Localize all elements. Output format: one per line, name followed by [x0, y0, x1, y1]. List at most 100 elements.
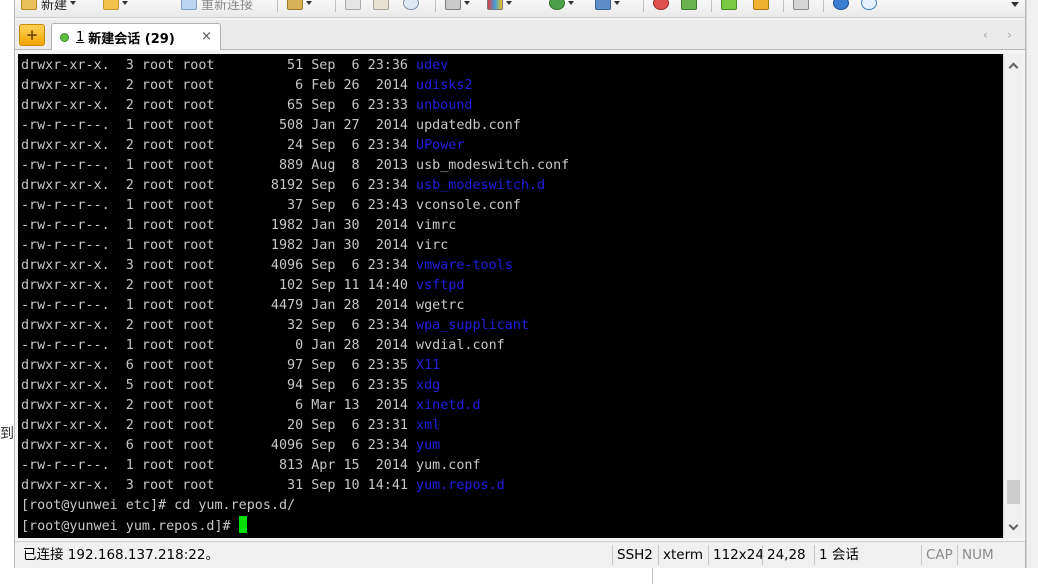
file-name: wvdial.conf	[416, 338, 505, 353]
directory-name: wpa_supplicant	[416, 318, 529, 333]
terminal-row: drwxr-xr-x. 2 root root 32 Sep 6 23:34 w…	[21, 316, 569, 336]
xftp-button[interactable]	[653, 0, 669, 12]
listing-details: drwxr-xr-x. 2 root root 32 Sep 6 23:34	[21, 318, 417, 333]
terminal-row: drwxr-xr-x. 2 root root 24 Sep 6 23:34 U…	[21, 136, 569, 156]
terminal-row: -rw-r--r--. 1 root root 37 Sep 6 23:43 v…	[21, 196, 569, 216]
plus-icon: +	[25, 26, 39, 44]
terminal-output[interactable]: drwxr-xr-x. 3 root root 51 Sep 6 23:36 u…	[18, 54, 1003, 538]
terminal-row: drwxr-xr-x. 5 root root 94 Sep 6 23:35 x…	[21, 376, 569, 396]
listing-details: drwxr-xr-x. 3 root root 4096 Sep 6 23:34	[21, 258, 417, 273]
web-button[interactable]	[549, 0, 574, 12]
toolbar-separator	[783, 0, 784, 12]
chat-button[interactable]	[861, 0, 877, 12]
directory-name: unbound	[416, 98, 473, 113]
directory-name: udisks2	[416, 78, 473, 93]
add-tab-button[interactable]: +	[19, 24, 45, 46]
chevron-down-icon	[568, 1, 574, 5]
file-name: wgetrc	[416, 298, 465, 313]
num-lock-status: NUM	[962, 547, 994, 563]
listing-details: -rw-r--r--. 1 root root 813 Apr 15 2014	[21, 458, 417, 473]
layout-button[interactable]	[721, 0, 737, 12]
screen: 到 新建 重新连接 + 1 新建会话 (29) × ‹ › drwxr-xr-x…	[0, 0, 1038, 584]
status-divider	[708, 545, 709, 565]
status-divider	[658, 545, 659, 565]
status-divider	[814, 545, 815, 565]
tab-number: 1	[76, 29, 85, 45]
background-divider	[652, 568, 653, 584]
chevron-down-icon	[464, 1, 470, 5]
scroll-up-button[interactable]	[1004, 56, 1023, 74]
search-icon	[403, 0, 419, 10]
print-button[interactable]	[445, 0, 470, 12]
help-button[interactable]	[833, 0, 849, 12]
listing-details: drwxr-xr-x. 3 root root 31 Sep 10 14:41	[21, 478, 417, 493]
properties-button[interactable]	[287, 0, 312, 12]
file-name: updatedb.conf	[416, 118, 521, 133]
chevron-down-icon	[70, 1, 77, 5]
keyboard-button[interactable]	[793, 0, 809, 12]
tab-label: 新建会话 (29)	[88, 31, 175, 47]
tools-icon	[595, 0, 611, 10]
open-folder-button[interactable]	[103, 0, 128, 12]
paste-button[interactable]	[373, 0, 389, 12]
terminal-scrollbar[interactable]	[1003, 54, 1023, 538]
scrollbar-thumb[interactable]	[1007, 479, 1020, 504]
toolbar-overflow-icon[interactable]	[1011, 2, 1019, 7]
reconnect-button[interactable]: 重新连接	[181, 0, 254, 13]
file-name: yum.conf	[416, 458, 481, 473]
terminal-type-status: xterm	[663, 547, 704, 563]
color-scheme-button[interactable]	[487, 0, 512, 12]
find-button[interactable]	[403, 0, 419, 12]
terminal-row: -rw-r--r--. 1 root root 813 Apr 15 2014 …	[21, 456, 569, 476]
toolbar-separator	[277, 0, 278, 12]
terminal-row: drwxr-xr-x. 6 root root 97 Sep 6 23:35 X…	[21, 356, 569, 376]
terminal-row: -rw-r--r--. 1 root root 1982 Jan 30 2014…	[21, 236, 569, 256]
lock-button[interactable]	[753, 0, 769, 12]
directory-name: xinetd.d	[416, 398, 481, 413]
directory-name: usb_modeswitch.d	[416, 178, 546, 193]
lock-icon	[753, 0, 769, 10]
command-line: [root@yunwei etc]# cd yum.repos.d/	[21, 498, 296, 513]
copy-button[interactable]	[345, 0, 361, 12]
directory-name: yum	[416, 438, 441, 453]
listing-details: drwxr-xr-x. 2 root root 24 Sep 6 23:34	[21, 138, 417, 153]
terminal-lines: drwxr-xr-x. 3 root root 51 Sep 6 23:36 u…	[21, 56, 569, 536]
terminal-row: drwxr-xr-x. 2 root root 65 Sep 6 23:33 u…	[21, 96, 569, 116]
terminal-row: drwxr-xr-x. 3 root root 51 Sep 6 23:36 u…	[21, 56, 569, 76]
status-divider	[921, 545, 922, 565]
toolbar-separator	[711, 0, 712, 12]
tab-next-icon[interactable]: ›	[1007, 28, 1012, 42]
tab-session-1[interactable]: 1 新建会话 (29) ×	[51, 23, 221, 50]
tools-button[interactable]	[595, 0, 620, 12]
listing-details: drwxr-xr-x. 2 root root 8192 Sep 6 23:34	[21, 178, 417, 193]
terminal-row: drwxr-xr-x. 3 root root 4096 Sep 6 23:34…	[21, 256, 569, 276]
scroll-down-button[interactable]	[1004, 518, 1023, 536]
listing-details: drwxr-xr-x. 2 root root 6 Mar 13 2014	[21, 398, 417, 413]
new-session-button[interactable]: 新建	[21, 0, 77, 13]
terminal-row: drwxr-xr-x. 2 root root 6 Feb 26 2014 ud…	[21, 76, 569, 96]
listing-details: -rw-r--r--. 1 root root 889 Aug 8 2013	[21, 158, 417, 173]
background-text: 到	[0, 426, 14, 442]
terminal-row: -rw-r--r--. 1 root root 889 Aug 8 2013 u…	[21, 156, 569, 176]
status-divider	[762, 545, 763, 565]
listing-details: -rw-r--r--. 1 root root 4479 Jan 28 2014	[21, 298, 417, 313]
transfer-button[interactable]	[681, 0, 697, 12]
folder-icon	[103, 0, 119, 10]
toolbar-separator	[823, 0, 824, 12]
directory-name: yum.repos.d	[416, 478, 505, 493]
gear-icon	[287, 0, 303, 10]
close-icon[interactable]: ×	[201, 29, 212, 44]
text-cursor	[238, 516, 247, 533]
tab-prev-icon[interactable]: ‹	[983, 28, 988, 42]
status-divider	[612, 545, 613, 565]
toolbar-separator	[335, 0, 336, 12]
chevron-up-icon	[1008, 62, 1019, 72]
listing-details: drwxr-xr-x. 5 root root 94 Sep 6 23:35	[21, 378, 417, 393]
listing-details: drwxr-xr-x. 2 root root 20 Sep 6 23:31	[21, 418, 417, 433]
directory-name: UPower	[416, 138, 465, 153]
connected-status-icon	[60, 32, 69, 42]
background-desktop-bottom	[0, 568, 1038, 584]
reconnect-label: 重新连接	[201, 0, 254, 13]
file-name: vconsole.conf	[416, 198, 521, 213]
status-divider	[957, 545, 958, 565]
